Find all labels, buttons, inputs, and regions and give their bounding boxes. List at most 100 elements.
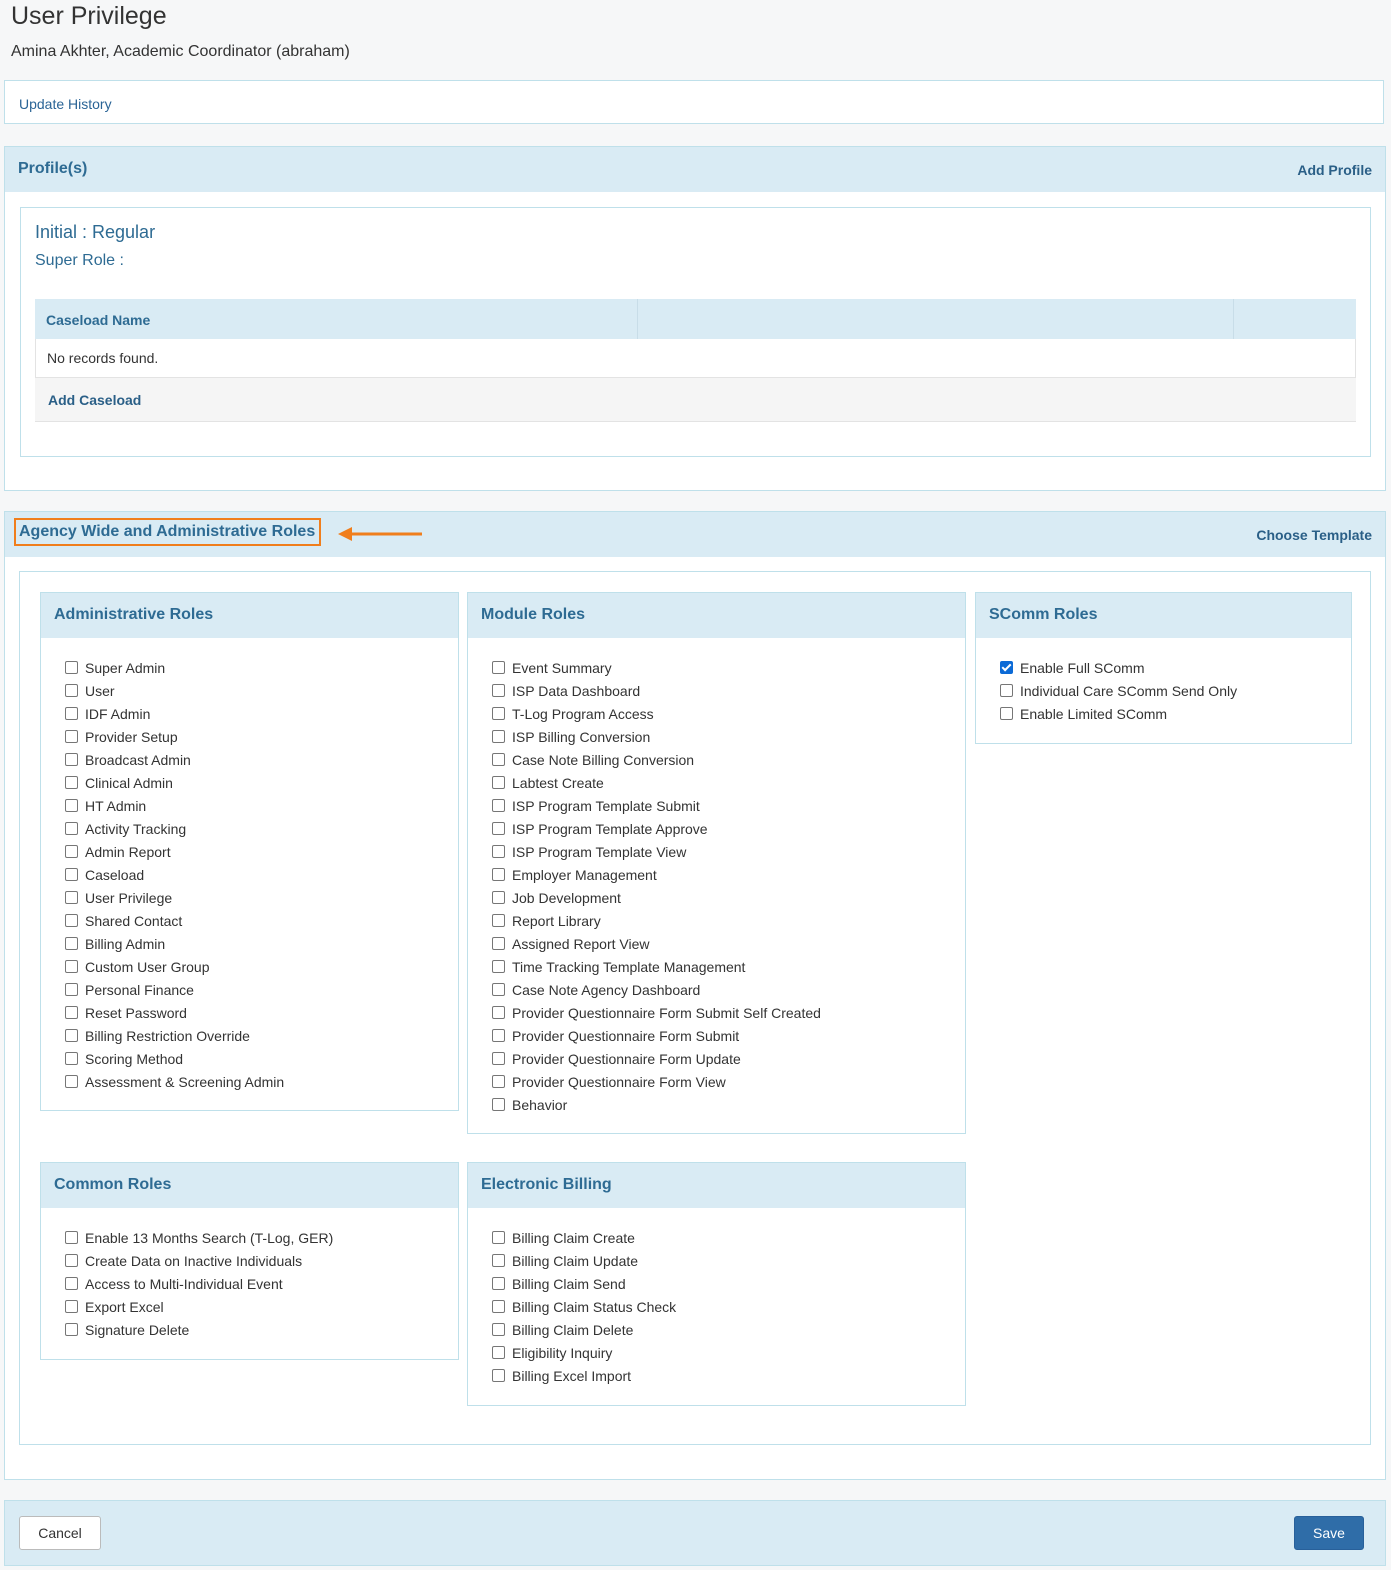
role-checkbox[interactable]	[492, 1006, 505, 1019]
role-label[interactable]: Event Summary	[512, 660, 612, 676]
role-checkbox[interactable]	[65, 1029, 78, 1042]
role-label[interactable]: Billing Excel Import	[512, 1368, 631, 1384]
role-checkbox[interactable]	[492, 983, 505, 996]
role-checkbox[interactable]	[65, 1231, 78, 1244]
role-checkbox[interactable]	[65, 753, 78, 766]
role-checkbox[interactable]	[492, 1300, 505, 1313]
role-label[interactable]: T-Log Program Access	[512, 706, 654, 722]
role-label[interactable]: Case Note Billing Conversion	[512, 752, 694, 768]
role-label[interactable]: User	[85, 683, 115, 699]
role-label[interactable]: Provider Questionnaire Form Update	[512, 1051, 741, 1067]
role-checkbox[interactable]	[492, 960, 505, 973]
role-checkbox[interactable]	[65, 868, 78, 881]
role-label[interactable]: Enable 13 Months Search (T-Log, GER)	[85, 1230, 333, 1246]
role-label[interactable]: Provider Questionnaire Form Submit	[512, 1028, 739, 1044]
role-label[interactable]: Behavior	[512, 1097, 567, 1113]
role-label[interactable]: Enable Limited SComm	[1020, 706, 1167, 722]
role-label[interactable]: Report Library	[512, 913, 601, 929]
role-checkbox[interactable]	[492, 1231, 505, 1244]
role-label[interactable]: Create Data on Inactive Individuals	[85, 1253, 302, 1269]
role-checkbox[interactable]	[492, 1075, 505, 1088]
role-label[interactable]: Billing Claim Send	[512, 1276, 626, 1292]
role-checkbox[interactable]	[492, 730, 505, 743]
role-checkbox[interactable]	[492, 1369, 505, 1382]
cancel-button[interactable]: Cancel	[19, 1516, 101, 1550]
role-label[interactable]: Provider Questionnaire Form View	[512, 1074, 726, 1090]
role-label[interactable]: Time Tracking Template Management	[512, 959, 745, 975]
role-label[interactable]: Access to Multi-Individual Event	[85, 1276, 283, 1292]
role-label[interactable]: Export Excel	[85, 1299, 164, 1315]
role-checkbox[interactable]	[492, 776, 505, 789]
role-label[interactable]: ISP Data Dashboard	[512, 683, 640, 699]
role-label[interactable]: Caseload	[85, 867, 144, 883]
role-checkbox[interactable]	[65, 937, 78, 950]
role-checkbox[interactable]	[65, 776, 78, 789]
role-checkbox[interactable]	[65, 891, 78, 904]
role-label[interactable]: Clinical Admin	[85, 775, 173, 791]
role-checkbox[interactable]	[1000, 661, 1013, 674]
role-checkbox[interactable]	[492, 684, 505, 697]
role-label[interactable]: Personal Finance	[85, 982, 194, 998]
role-label[interactable]: Billing Claim Create	[512, 1230, 635, 1246]
role-checkbox[interactable]	[492, 661, 505, 674]
role-checkbox[interactable]	[65, 661, 78, 674]
role-checkbox[interactable]	[65, 1254, 78, 1267]
role-label[interactable]: User Privilege	[85, 890, 172, 906]
role-checkbox[interactable]	[492, 753, 505, 766]
role-label[interactable]: Job Development	[512, 890, 621, 906]
role-checkbox[interactable]	[65, 684, 78, 697]
role-label[interactable]: Custom User Group	[85, 959, 209, 975]
role-checkbox[interactable]	[492, 1052, 505, 1065]
role-checkbox[interactable]	[492, 914, 505, 927]
add-profile-link[interactable]: Add Profile	[1297, 162, 1372, 178]
role-label[interactable]: ISP Program Template Submit	[512, 798, 700, 814]
role-checkbox[interactable]	[492, 1277, 505, 1290]
role-label[interactable]: Billing Restriction Override	[85, 1028, 250, 1044]
role-checkbox[interactable]	[492, 845, 505, 858]
role-label[interactable]: Eligibility Inquiry	[512, 1345, 612, 1361]
role-label[interactable]: ISP Program Template View	[512, 844, 686, 860]
role-label[interactable]: Assigned Report View	[512, 936, 649, 952]
role-checkbox[interactable]	[492, 1323, 505, 1336]
role-checkbox[interactable]	[65, 730, 78, 743]
choose-template-link[interactable]: Choose Template	[1256, 527, 1372, 543]
role-checkbox[interactable]	[65, 1006, 78, 1019]
role-label[interactable]: Billing Claim Status Check	[512, 1299, 676, 1315]
role-label[interactable]: Enable Full SComm	[1020, 660, 1145, 676]
role-label[interactable]: Reset Password	[85, 1005, 187, 1021]
role-checkbox[interactable]	[65, 1323, 78, 1336]
role-checkbox[interactable]	[65, 983, 78, 996]
role-checkbox[interactable]	[65, 822, 78, 835]
role-label[interactable]: Case Note Agency Dashboard	[512, 982, 700, 998]
role-checkbox[interactable]	[492, 1254, 505, 1267]
role-label[interactable]: Super Admin	[85, 660, 165, 676]
role-label[interactable]: Broadcast Admin	[85, 752, 191, 768]
role-checkbox[interactable]	[492, 799, 505, 812]
role-checkbox[interactable]	[65, 1075, 78, 1088]
role-checkbox[interactable]	[65, 845, 78, 858]
role-checkbox[interactable]	[65, 707, 78, 720]
role-label[interactable]: Billing Claim Update	[512, 1253, 638, 1269]
role-label[interactable]: Billing Admin	[85, 936, 165, 952]
role-label[interactable]: HT Admin	[85, 798, 146, 814]
role-checkbox[interactable]	[492, 822, 505, 835]
role-checkbox[interactable]	[65, 1052, 78, 1065]
role-checkbox[interactable]	[65, 1300, 78, 1313]
role-checkbox[interactable]	[492, 1098, 505, 1111]
role-label[interactable]: Signature Delete	[85, 1322, 189, 1338]
role-label[interactable]: Billing Claim Delete	[512, 1322, 633, 1338]
role-label[interactable]: Admin Report	[85, 844, 171, 860]
role-checkbox[interactable]	[492, 937, 505, 950]
role-checkbox[interactable]	[65, 799, 78, 812]
role-label[interactable]: Provider Questionnaire Form Submit Self …	[512, 1005, 821, 1021]
role-label[interactable]: Labtest Create	[512, 775, 604, 791]
role-checkbox[interactable]	[1000, 707, 1013, 720]
role-label[interactable]: Activity Tracking	[85, 821, 186, 837]
role-label[interactable]: ISP Program Template Approve	[512, 821, 708, 837]
save-button[interactable]: Save	[1294, 1516, 1364, 1550]
role-checkbox[interactable]	[492, 868, 505, 881]
role-checkbox[interactable]	[492, 707, 505, 720]
role-checkbox[interactable]	[492, 891, 505, 904]
role-checkbox[interactable]	[1000, 684, 1013, 697]
role-label[interactable]: Provider Setup	[85, 729, 178, 745]
